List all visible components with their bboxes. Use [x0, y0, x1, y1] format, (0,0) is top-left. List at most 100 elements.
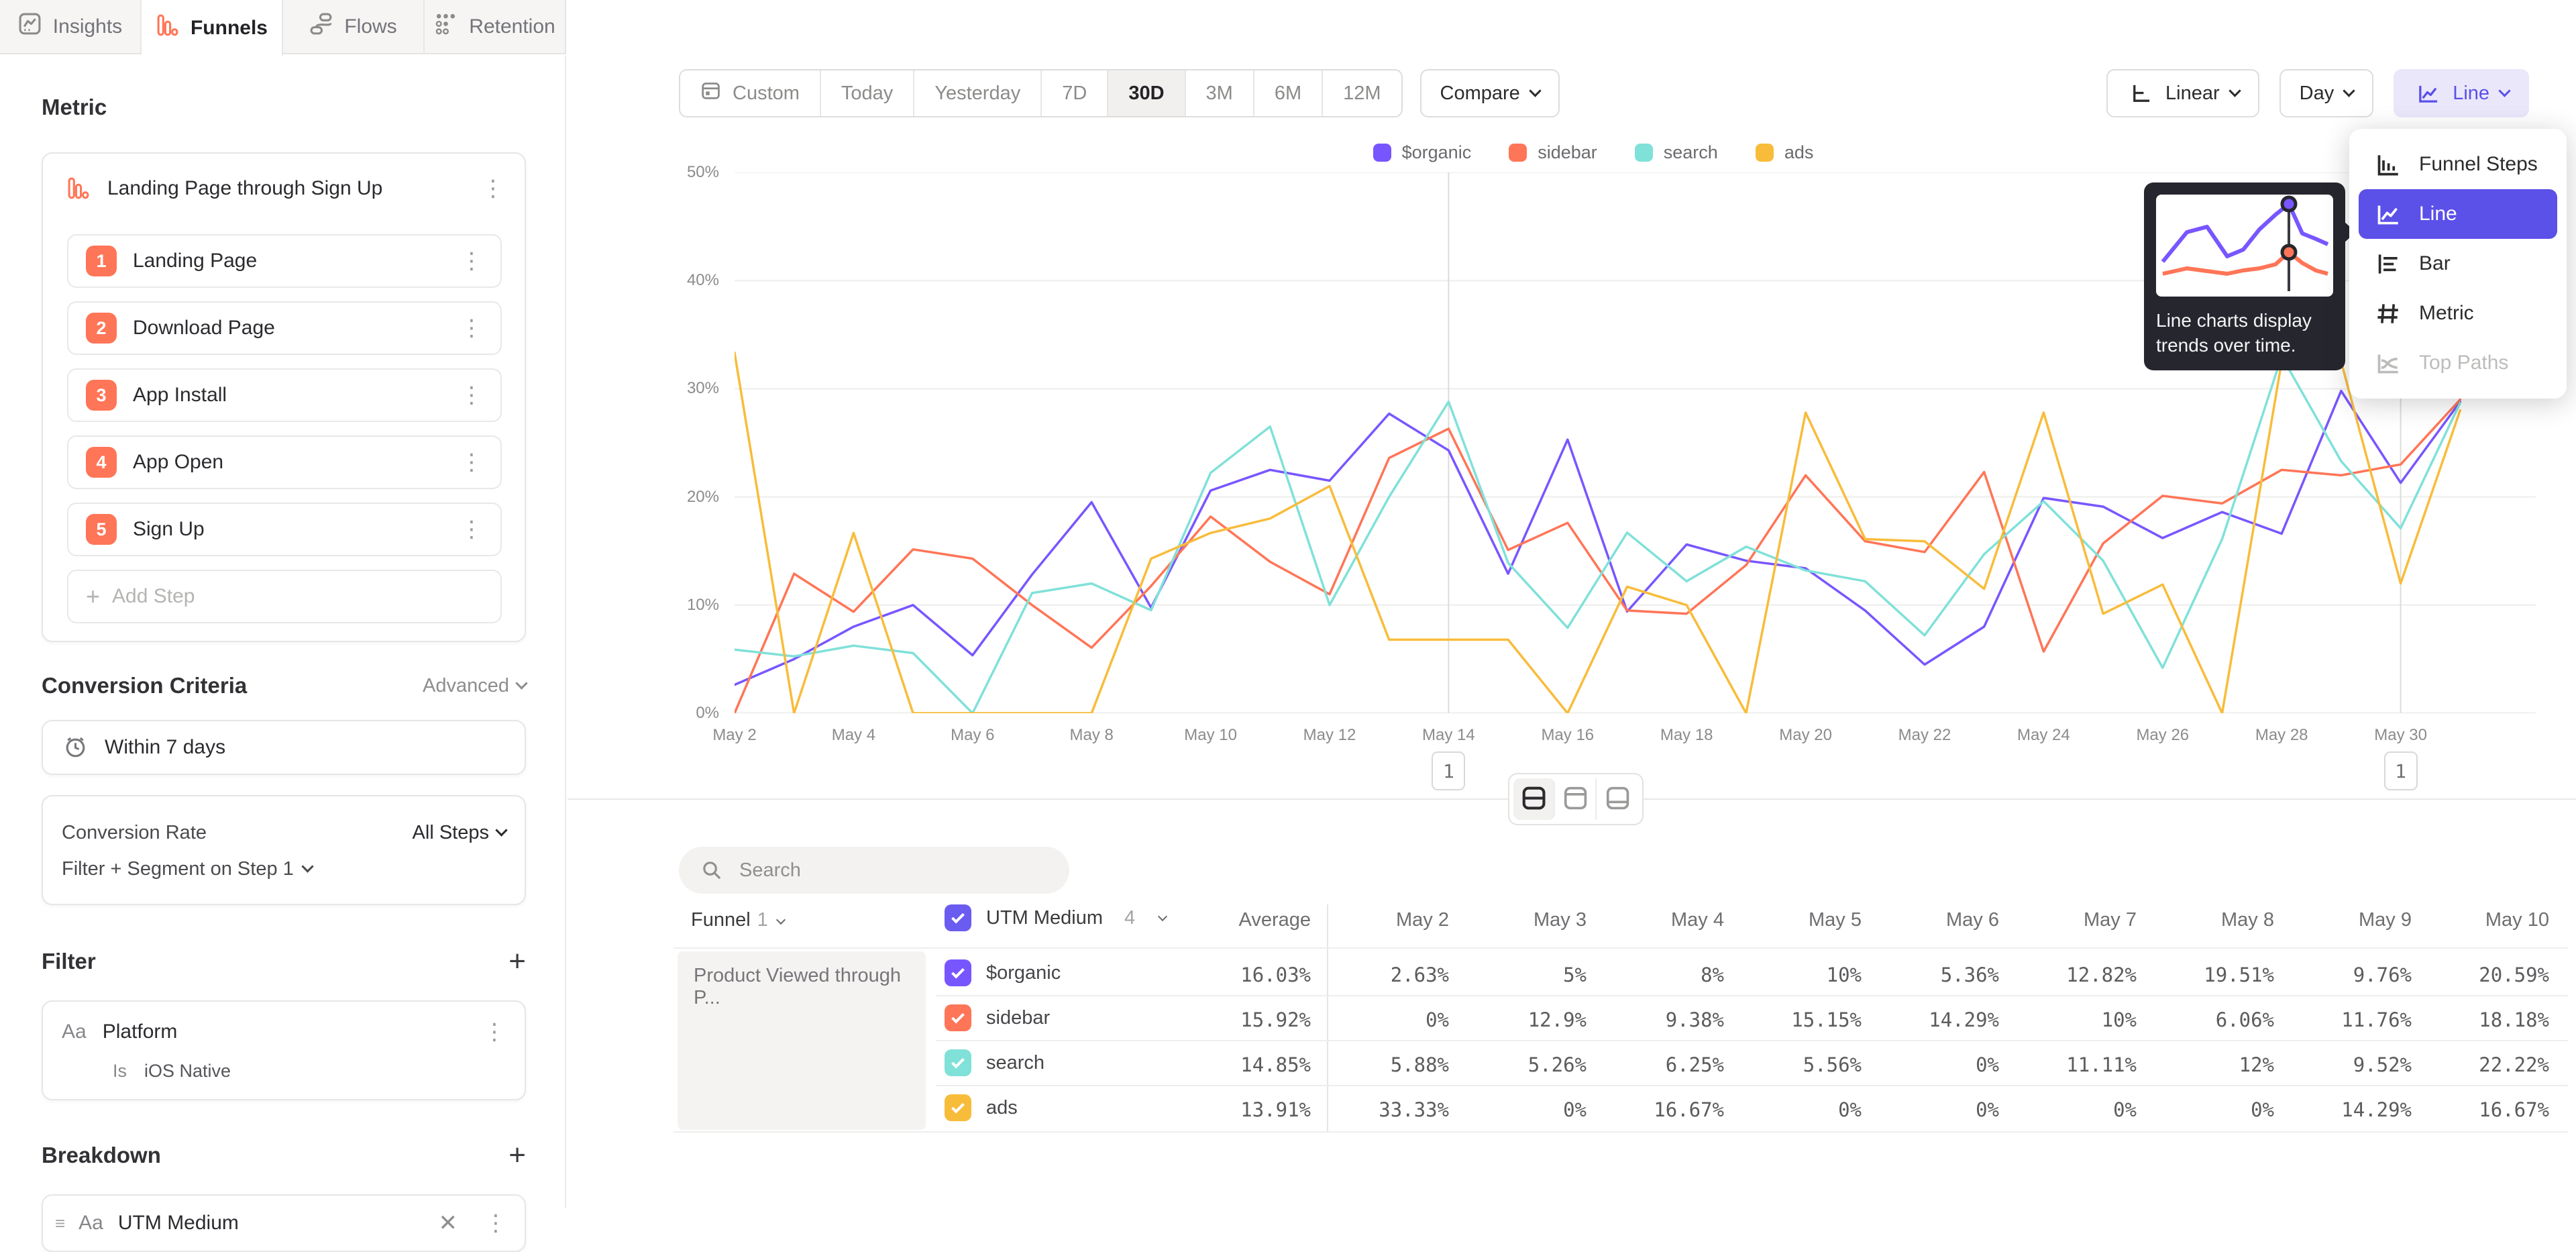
breakdown-property-name[interactable]: UTM Medium	[118, 1212, 424, 1235]
kebab-menu-icon[interactable]: ⋮	[460, 451, 483, 474]
funnel-header[interactable]: Landing Page through Sign Up ⋮	[43, 154, 525, 221]
kebab-menu-icon[interactable]: ⋮	[483, 1021, 506, 1043]
checkbox-checked[interactable]	[945, 1004, 971, 1031]
checkbox-checked[interactable]	[945, 904, 971, 931]
date-range-12m[interactable]: 12M	[1323, 70, 1401, 116]
add-filter-button[interactable]: +	[508, 947, 526, 976]
table-row-search[interactable]: search	[945, 1049, 1044, 1076]
chevron-down-icon	[495, 824, 507, 836]
legend-item-sidebar[interactable]: sidebar	[1509, 142, 1597, 163]
conversion-rate-dropdown[interactable]: All Steps	[413, 822, 506, 844]
table-bottom-separator	[674, 1131, 2568, 1133]
funnel-step-app-install[interactable]: 3 App Install ⋮	[67, 368, 502, 422]
filter-property-name[interactable]: Platform	[103, 1021, 467, 1043]
kebab-menu-icon[interactable]: ⋮	[460, 518, 483, 541]
date-range-30d[interactable]: 30D	[1108, 70, 1185, 116]
search-input[interactable]: Search	[679, 847, 1069, 894]
cell-organic-may-3: 5%	[1426, 963, 1587, 986]
funnel-step-sign-up[interactable]: 5 Sign Up ⋮	[67, 503, 502, 556]
table-row-ads[interactable]: ads	[945, 1094, 1018, 1121]
cell-organic-may-6: 5.36%	[1838, 963, 1999, 986]
granularity-dropdown[interactable]: Day	[2279, 69, 2374, 117]
row-label: sidebar	[986, 1007, 1050, 1029]
kebab-menu-icon[interactable]: ⋮	[482, 177, 504, 200]
cell-search-may-7: 11.11%	[1976, 1053, 2137, 1076]
table-row-organic[interactable]: $organic	[945, 959, 1061, 986]
funnel-step-download-page[interactable]: 2 Download Page ⋮	[67, 301, 502, 355]
funnel-step-landing-page[interactable]: 1 Landing Page ⋮	[67, 234, 502, 288]
legend-label: search	[1664, 142, 1718, 163]
query-sidebar: Metric Landing Page through Sign Up ⋮ 1 …	[0, 56, 566, 1208]
annotation-badge[interactable]: 1	[2384, 751, 2418, 790]
row-group-cell[interactable]: Product Viewed through P...	[678, 951, 926, 1130]
add-breakdown-button[interactable]: +	[508, 1141, 526, 1170]
row-label: search	[986, 1052, 1044, 1074]
date-range-7d[interactable]: 7D	[1042, 70, 1108, 116]
layout-toggle-group	[1508, 773, 1644, 825]
scale-dropdown[interactable]: Linear	[2106, 69, 2259, 117]
step-label: Sign Up	[133, 518, 444, 541]
menu-item-label: Bar	[2419, 252, 2451, 275]
menu-item-metric[interactable]: Metric	[2359, 289, 2557, 338]
compare-button[interactable]: Compare	[1420, 69, 1560, 117]
date-range-label: 12M	[1343, 83, 1381, 105]
filter-value[interactable]: iOS Native	[144, 1061, 231, 1082]
drag-handle-icon[interactable]: ≡	[55, 1213, 64, 1234]
funnel-step-app-open[interactable]: 4 App Open ⋮	[67, 435, 502, 489]
tab-flows[interactable]: Flows	[283, 0, 425, 53]
tab-label: Retention	[469, 15, 555, 38]
layout-bottom-toggle[interactable]	[1597, 778, 1638, 820]
tab-funnels[interactable]: Funnels	[142, 0, 283, 56]
kebab-menu-icon[interactable]: ⋮	[460, 250, 483, 272]
search-icon	[698, 859, 726, 882]
row-label: $organic	[986, 962, 1061, 984]
conversion-window-card[interactable]: Within 7 days	[42, 720, 526, 775]
layout-split-toggle[interactable]	[1513, 778, 1555, 820]
date-range-today[interactable]: Today	[821, 70, 914, 116]
x-axis-tick: May 26	[2116, 726, 2210, 745]
kebab-menu-icon[interactable]: ⋮	[460, 317, 483, 340]
tab-retention[interactable]: Retention	[425, 0, 565, 53]
legend-item-ads[interactable]: ads	[1756, 142, 1814, 163]
filter-segment-label: Filter + Segment on Step 1	[62, 858, 294, 880]
cell-ads-may-2: 33.33%	[1288, 1098, 1449, 1121]
date-range-6m[interactable]: 6M	[1254, 70, 1323, 116]
date-range-custom[interactable]: Custom	[680, 70, 821, 116]
filter-segment-dropdown[interactable]: Filter + Segment on Step 1	[62, 851, 506, 886]
checkbox-checked[interactable]	[945, 1094, 971, 1121]
date-range-yesterday[interactable]: Yesterday	[914, 70, 1042, 116]
cell-organic-may-10: 20.59%	[2388, 963, 2549, 986]
x-axis-tick: May 2	[688, 726, 782, 745]
kebab-menu-icon[interactable]: ⋮	[484, 1212, 507, 1235]
chart-type-label: Line	[2453, 83, 2489, 105]
menu-item-funnel-steps[interactable]: Funnel Steps	[2359, 140, 2557, 189]
kebab-menu-icon[interactable]: ⋮	[460, 384, 483, 407]
annotation-badge[interactable]: 1	[1432, 751, 1465, 790]
checkbox-checked[interactable]	[945, 959, 971, 986]
funnel-column-header[interactable]: Funnel1	[691, 909, 784, 931]
tab-insights[interactable]: Insights	[0, 0, 142, 53]
breakdown-column-header[interactable]: UTM Medium 4	[945, 904, 1166, 931]
legend-item-organic[interactable]: $organic	[1373, 142, 1472, 163]
add-step-button[interactable]: + Add Step	[67, 570, 502, 623]
date-range-label: 6M	[1275, 83, 1301, 105]
step-label: Download Page	[133, 317, 444, 340]
chart-type-dropdown[interactable]: Line	[2394, 69, 2529, 117]
advanced-dropdown[interactable]: Advanced	[423, 675, 526, 697]
column-header-may-3: May 3	[1426, 909, 1587, 931]
remove-breakdown-icon[interactable]: ✕	[439, 1210, 458, 1237]
legend-item-search[interactable]: search	[1635, 142, 1718, 163]
menu-item-line[interactable]: Line	[2359, 189, 2557, 239]
date-range-label: 7D	[1062, 83, 1087, 105]
table-row-sidebar[interactable]: sidebar	[945, 1004, 1050, 1031]
cell-ads-may-9: 14.29%	[2251, 1098, 2412, 1121]
step-number-badge: 3	[86, 380, 117, 411]
cell-organic-average: 16.03%	[1150, 963, 1311, 986]
legend-label: sidebar	[1538, 142, 1597, 163]
cell-search-may-6: 0%	[1838, 1053, 1999, 1076]
layout-top-toggle[interactable]	[1555, 778, 1597, 820]
date-range-3m[interactable]: 3M	[1186, 70, 1254, 116]
menu-item-bar[interactable]: Bar	[2359, 239, 2557, 289]
filter-operator[interactable]: Is	[113, 1061, 127, 1082]
checkbox-checked[interactable]	[945, 1049, 971, 1076]
